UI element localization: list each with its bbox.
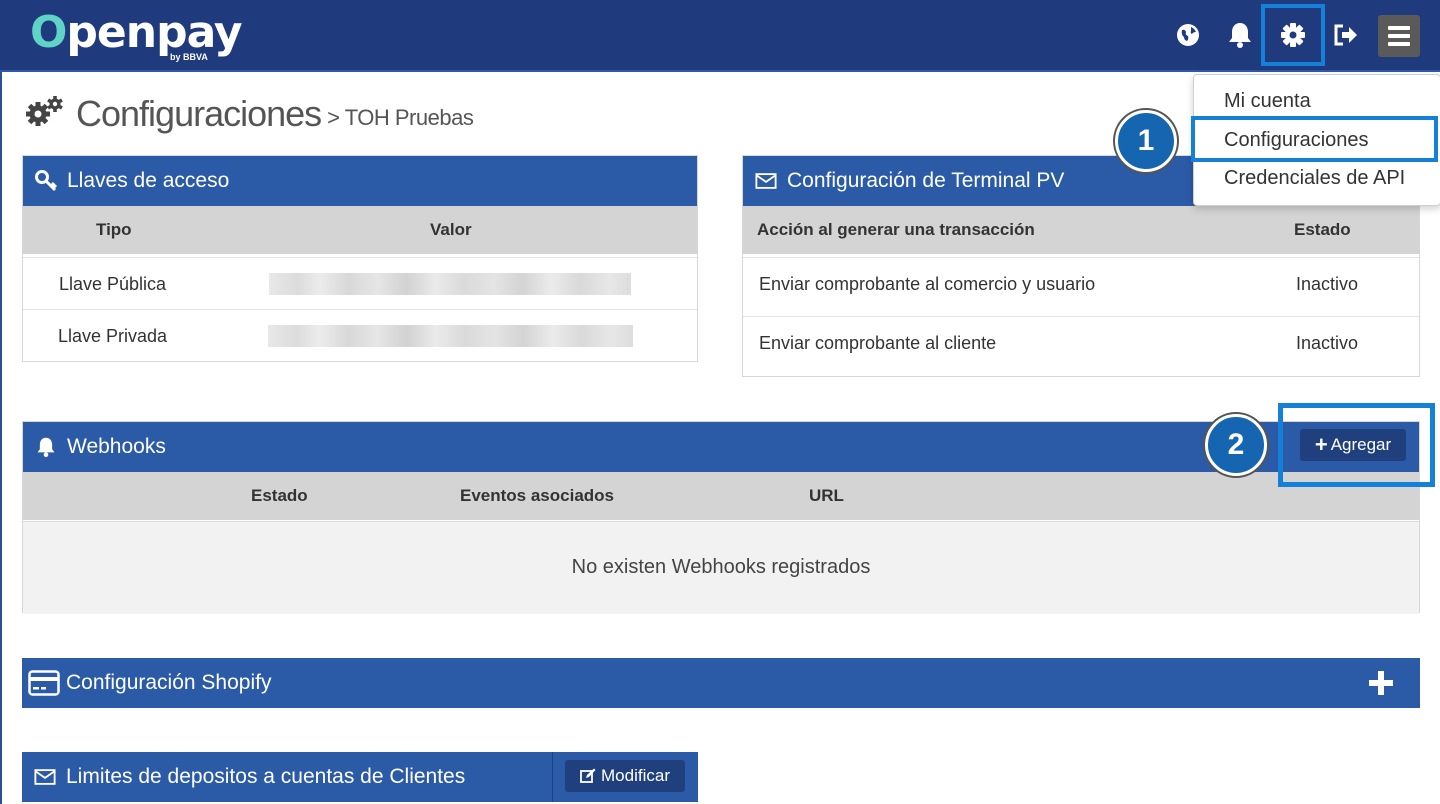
shopify-panel: Configuración Shopify (22, 658, 1420, 708)
terminal-pv-table-header: Acción al generar una transacción Estado (743, 206, 1419, 254)
table-row: Enviar comprobante al comercio y usuario… (743, 257, 1419, 317)
access-keys-panel: Llaves de acceso Tipo Valor Llave Públic… (22, 155, 698, 362)
access-keys-header: Llaves de acceso (23, 156, 697, 206)
deposit-limits-panel: Limites de depositos a cuentas de Client… (22, 752, 698, 804)
step-callout-1: 1 (1115, 110, 1177, 172)
menu-item-mi-cuenta[interactable]: Mi cuenta (1224, 90, 1311, 113)
step-callout-2: 2 (1205, 414, 1267, 476)
expand-plus-icon[interactable] (1368, 670, 1394, 696)
top-navbar: Openpay by BBVA (0, 0, 1440, 72)
page-subtitle: > TOH Pruebas (327, 105, 474, 130)
hamburger-menu-icon[interactable] (1378, 15, 1420, 57)
access-keys-table-header: Tipo Valor (23, 206, 697, 254)
sign-out-icon[interactable] (1331, 18, 1361, 52)
public-key-value-redacted (269, 273, 631, 295)
globe-icon[interactable] (1173, 18, 1203, 52)
table-row: Llave Privada (23, 309, 697, 362)
page-title: Configuraciones > TOH Pruebas (24, 90, 474, 138)
header-divider (552, 752, 553, 802)
envelope-icon (755, 170, 777, 192)
credit-card-icon (28, 670, 60, 696)
envelope-icon (34, 766, 56, 788)
agregar-highlight-box (1278, 403, 1435, 487)
bell-icon[interactable] (1225, 18, 1255, 52)
menu-item-credenciales-api[interactable]: Credenciales de API (1224, 167, 1405, 190)
key-icon (35, 170, 57, 192)
configuraciones-highlight-box (1191, 116, 1438, 162)
shopify-header: Configuración Shopify (22, 658, 1420, 708)
edit-icon (580, 768, 596, 784)
webhooks-empty-state: No existen Webhooks registrados (23, 521, 1419, 614)
table-row: Llave Pública (23, 257, 697, 310)
gears-icon (24, 94, 64, 135)
page-title-text: Configuraciones (76, 93, 322, 134)
table-row: Enviar comprobante al cliente Inactivo (743, 316, 1419, 377)
gear-icon[interactable] (1278, 18, 1308, 52)
bell-icon (35, 436, 57, 458)
page-left-border (0, 72, 2, 804)
private-key-value-redacted (268, 325, 633, 347)
webhooks-table-header: Estado Eventos asociados URL (23, 472, 1419, 520)
modify-limits-button[interactable]: Modificar (565, 760, 685, 792)
webhooks-empty-text: No existen Webhooks registrados (571, 556, 871, 578)
